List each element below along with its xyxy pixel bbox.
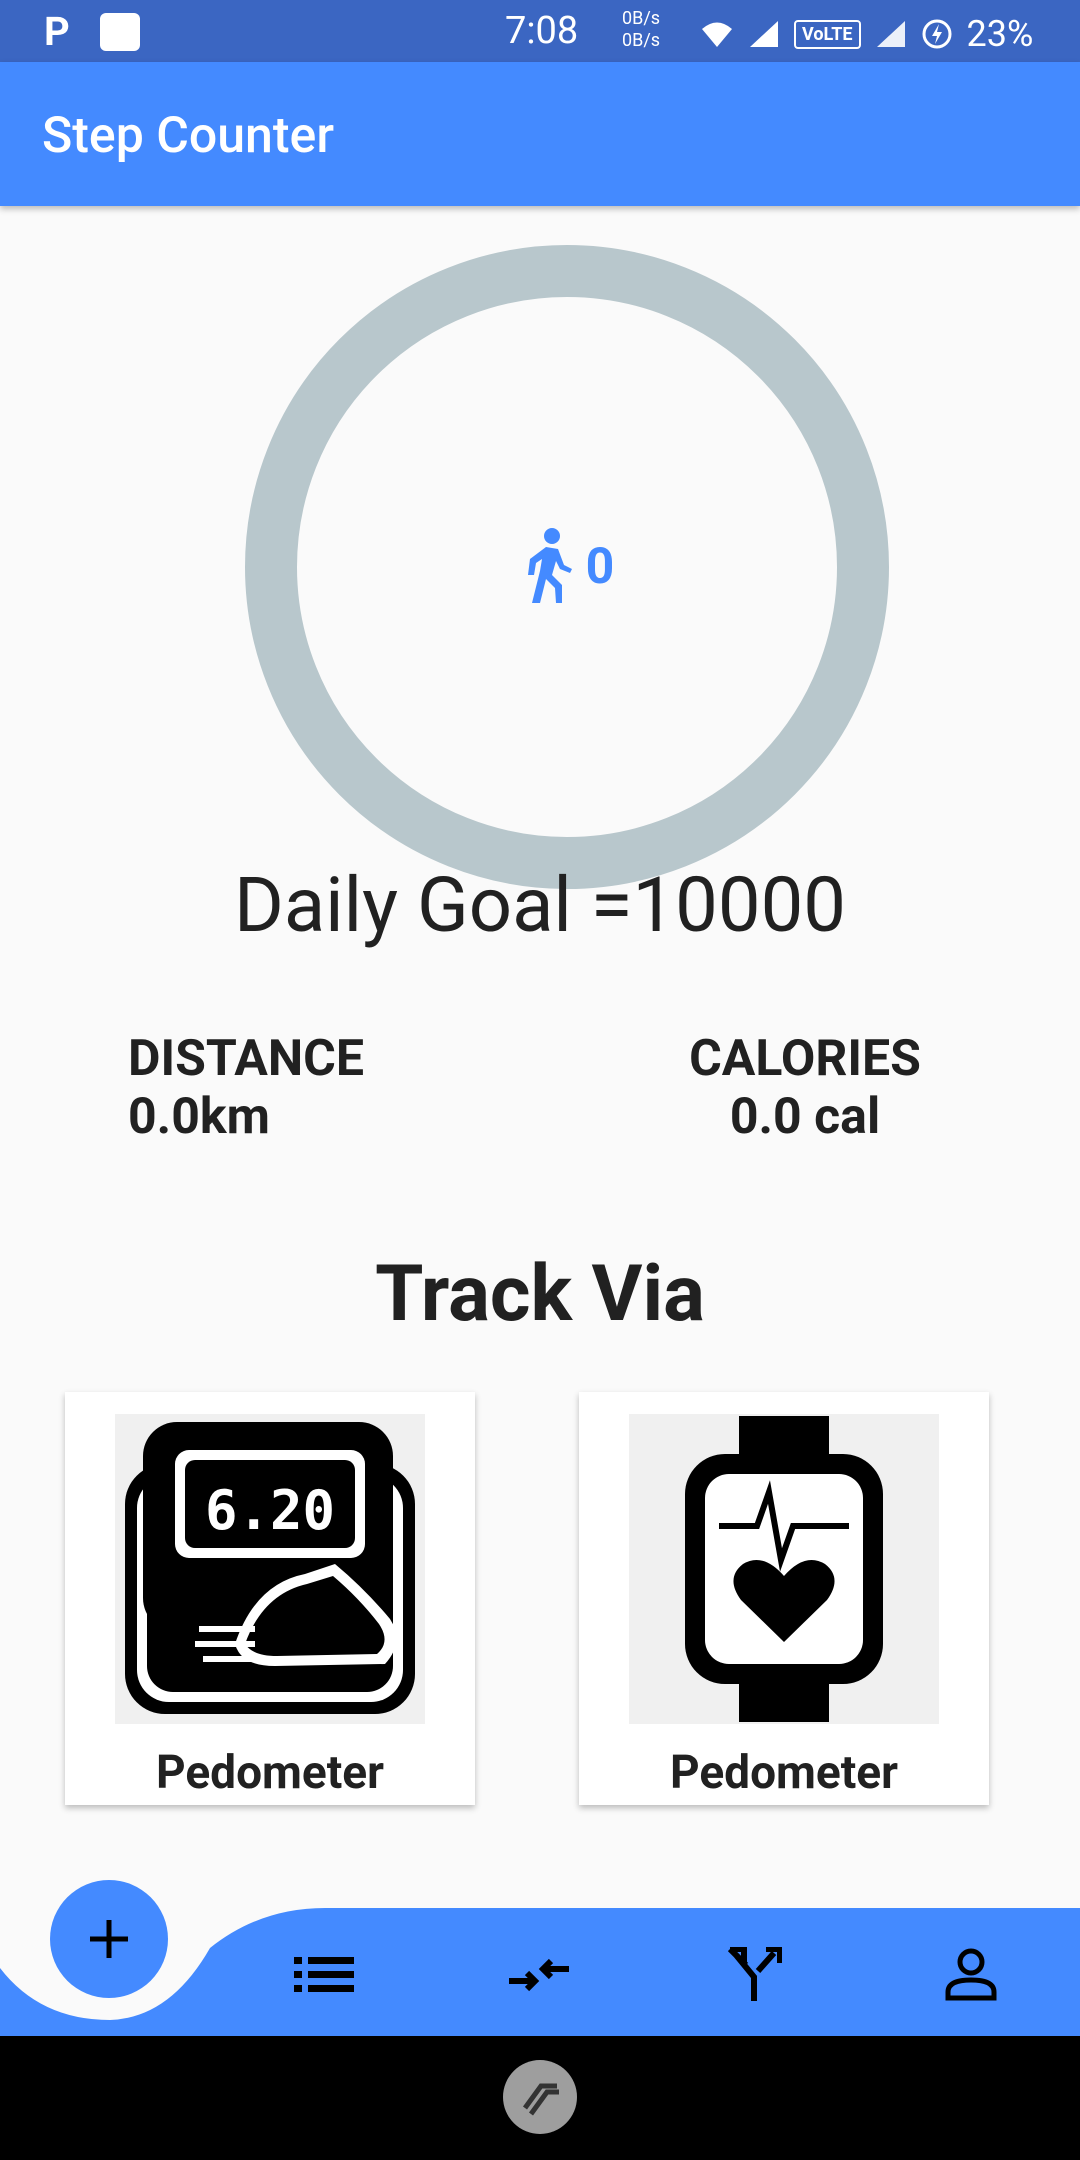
home-gesture-icon [522, 2083, 559, 2116]
call-split-icon [728, 1947, 782, 2001]
walk-icon [527, 528, 572, 603]
smartwatch-card[interactable]: Pedometer [579, 1392, 989, 1805]
nav-compare-button[interactable] [506, 1945, 572, 2005]
pedometer-display-value: 6.20 [205, 1479, 335, 1542]
distance-stat: DISTANCE 0.0km [128, 1030, 364, 1146]
net-down-speed: 0B/s [622, 30, 661, 51]
pedometer-card-label: Pedometer [155, 1746, 384, 1800]
steps-readout: 0 [297, 297, 837, 837]
nav-list-button[interactable] [291, 1945, 357, 2005]
pedometer-device-icon: 6.20 [115, 1414, 425, 1724]
notification-square-icon [99, 13, 140, 51]
page-title: Step Counter [42, 107, 334, 165]
system-navigation-bar [0, 2036, 1080, 2160]
nav-profile-button[interactable] [938, 1945, 1004, 2005]
track-via-heading: Track Via [375, 1249, 705, 1340]
volte-badge: VoLTE [794, 19, 861, 49]
status-left-icons: P [44, 10, 140, 54]
calories-label: CALORIES [689, 1030, 921, 1088]
person-icon [945, 1948, 997, 2001]
app-bar: Step Counter [0, 62, 1080, 206]
distance-value: 0.0km [128, 1088, 270, 1146]
plus-icon [90, 1920, 128, 1958]
signal-icon-2 [876, 21, 905, 47]
calories-value: 0.0 cal [729, 1088, 881, 1146]
status-time: 7:08 [505, 9, 579, 53]
steps-progress-ring: 0 [245, 245, 889, 889]
battery-percent: 23% [966, 13, 1034, 55]
distance-label: DISTANCE [128, 1030, 364, 1088]
parking-app-icon: P [44, 8, 70, 55]
battery-charging-icon [922, 19, 952, 49]
compare-arrows-icon [509, 1958, 569, 1992]
net-up-speed: 0B/s [622, 8, 661, 29]
add-button[interactable] [50, 1880, 168, 1998]
daily-goal: Daily Goal =10000 [233, 860, 847, 950]
list-icon [294, 1957, 354, 1992]
status-bar: P 7:08 0B/s 0B/s VoLTE 23% [0, 0, 1080, 62]
pedometer-card[interactable]: 6.20 Pedometer [65, 1392, 475, 1805]
network-speed: 0B/s 0B/s [622, 8, 660, 52]
nav-split-button[interactable] [722, 1945, 788, 2005]
smartwatch-card-label: Pedometer [669, 1746, 898, 1800]
status-right-icons: VoLTE 23% [700, 12, 1033, 56]
home-button[interactable] [503, 2060, 577, 2134]
calories-stat: CALORIES 0.0 cal [680, 1030, 930, 1146]
smartwatch-heart-icon [629, 1414, 939, 1724]
steps-count: 0 [585, 538, 615, 596]
wifi-icon [702, 22, 732, 47]
signal-icon [750, 21, 778, 47]
